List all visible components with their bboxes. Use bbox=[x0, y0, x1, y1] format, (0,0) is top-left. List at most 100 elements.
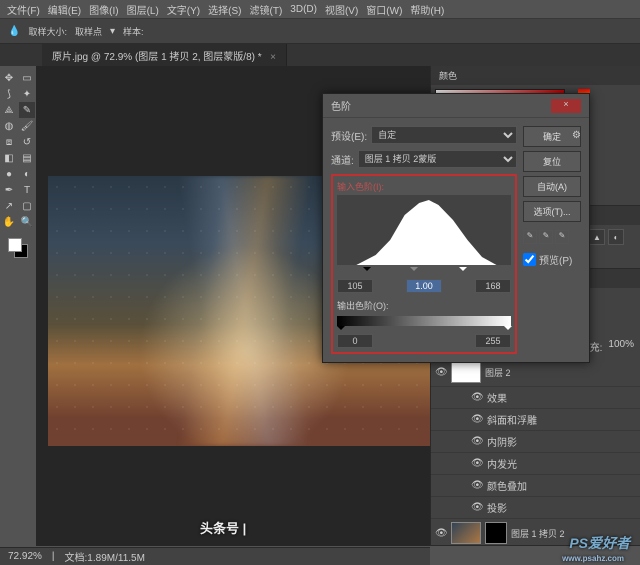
highlight-input[interactable] bbox=[475, 279, 511, 293]
layer-effect[interactable]: 👁斜面和浮雕 bbox=[431, 409, 640, 431]
gray-point-icon[interactable]: ✎ bbox=[539, 230, 553, 244]
mask-thumb[interactable] bbox=[485, 522, 507, 544]
channel-select[interactable]: 图层 1 拷贝 2蒙版 bbox=[358, 150, 517, 168]
input-levels-label: 输入色阶(I): bbox=[337, 180, 511, 193]
visibility-icon[interactable]: 👁 bbox=[471, 480, 483, 491]
layer-effect[interactable]: 👁投影 bbox=[431, 497, 640, 519]
menu-item[interactable]: 视图(V) bbox=[322, 0, 361, 19]
options-bar: 💧 取样大小: 取样点 ▾ 样本: bbox=[0, 18, 640, 44]
menu-item[interactable]: 帮助(H) bbox=[407, 0, 447, 19]
white-point-icon[interactable]: ✎ bbox=[555, 230, 569, 244]
visibility-icon[interactable]: 👁 bbox=[435, 367, 447, 378]
marquee-tool[interactable]: ▭ bbox=[19, 70, 35, 86]
watermark: 头条号 | bbox=[200, 518, 246, 537]
visibility-icon[interactable]: 👁 bbox=[471, 414, 483, 425]
dialog-titlebar[interactable]: 色阶 × bbox=[323, 94, 589, 118]
heal-tool[interactable]: ◍ bbox=[1, 118, 17, 134]
layer-list: 👁图层 2👁效果👁斜面和浮雕👁内阴影👁内发光👁颜色叠加👁投影👁图层 1 拷贝 2… bbox=[431, 358, 640, 546]
doc-size: 文档:1.89M/11.5M bbox=[65, 549, 145, 564]
gear-icon[interactable]: ⚙ bbox=[572, 130, 581, 141]
menu-item[interactable]: 选择(S) bbox=[205, 0, 244, 19]
history-brush-tool[interactable]: ↺ bbox=[19, 134, 35, 150]
highlight-slider[interactable] bbox=[459, 267, 467, 275]
color-swatches[interactable] bbox=[8, 238, 28, 258]
layer-effect[interactable]: 👁内阴影 bbox=[431, 431, 640, 453]
adj-icon[interactable]: ▲ bbox=[589, 229, 605, 245]
out-highlight-slider[interactable] bbox=[504, 326, 512, 334]
midtone-input[interactable] bbox=[406, 279, 442, 293]
preset-label: 预设(E): bbox=[331, 128, 367, 143]
document-tabs: 原片.jpg @ 72.9% (图层 1 拷贝 2, 图层蒙版/8) * × bbox=[0, 44, 640, 66]
menu-item[interactable]: 滤镜(T) bbox=[247, 0, 286, 19]
visibility-icon[interactable]: 👁 bbox=[471, 436, 483, 447]
toolbox: ✥▭ ⟆✦ ⟁✎ ◍🖌 ⧈↺ ◧▤ ●◐ ✒T ↗▢ ✋🔍 bbox=[0, 66, 36, 546]
eyedropper-icon: 💧 bbox=[8, 26, 20, 37]
menu-item[interactable]: 窗口(W) bbox=[363, 0, 405, 19]
status-bar: 72.92% | 文档:1.89M/11.5M bbox=[0, 547, 430, 565]
lasso-tool[interactable]: ⟆ bbox=[1, 86, 17, 102]
menu-item[interactable]: 图层(L) bbox=[124, 0, 162, 19]
menu-item[interactable]: 编辑(E) bbox=[45, 0, 84, 19]
zoom-level[interactable]: 72.92% bbox=[8, 551, 42, 562]
layer-name[interactable]: 图层 2 bbox=[485, 366, 636, 379]
midtone-slider[interactable] bbox=[410, 267, 418, 275]
layer-effect[interactable]: 👁内发光 bbox=[431, 453, 640, 475]
dropdown-icon[interactable]: ▾ bbox=[110, 26, 115, 37]
layer-thumb[interactable] bbox=[451, 361, 481, 383]
layer-effect[interactable]: 👁效果 bbox=[431, 387, 640, 409]
adj-icon[interactable]: ◐ bbox=[608, 229, 624, 245]
options-button[interactable]: 选项(T)... bbox=[523, 201, 581, 222]
menu-item[interactable]: 文字(Y) bbox=[164, 0, 203, 19]
gradient-tool[interactable]: ▤ bbox=[19, 150, 35, 166]
input-sliders[interactable] bbox=[337, 267, 511, 277]
shape-tool[interactable]: ▢ bbox=[19, 198, 35, 214]
stamp-tool[interactable]: ⧈ bbox=[1, 134, 17, 150]
sample-size-value[interactable]: 取样点 bbox=[75, 25, 102, 38]
out-shadow-slider[interactable] bbox=[337, 326, 345, 334]
close-tab-icon[interactable]: × bbox=[270, 52, 276, 63]
levels-highlight: 输入色阶(I): 输出色阶(O): bbox=[331, 174, 517, 354]
shadow-slider[interactable] bbox=[363, 267, 371, 275]
color-panel-tab[interactable]: 颜色 bbox=[431, 66, 640, 85]
close-icon[interactable]: × bbox=[551, 99, 581, 113]
menu-item[interactable]: 图像(I) bbox=[86, 0, 121, 19]
out-shadow-input[interactable] bbox=[337, 334, 373, 348]
effect-name: 颜色叠加 bbox=[487, 478, 527, 493]
eyedropper-tool[interactable]: ✎ bbox=[19, 102, 35, 118]
black-point-icon[interactable]: ✎ bbox=[523, 230, 537, 244]
crop-tool[interactable]: ⟁ bbox=[1, 102, 17, 118]
layer-effect[interactable]: 👁 颜色叠加 bbox=[431, 475, 640, 497]
path-tool[interactable]: ↗ bbox=[1, 198, 17, 214]
visibility-icon[interactable]: 👁 bbox=[471, 458, 483, 469]
document-tab[interactable]: 原片.jpg @ 72.9% (图层 1 拷贝 2, 图层蒙版/8) * × bbox=[42, 44, 287, 67]
shadow-input[interactable] bbox=[337, 279, 373, 293]
histogram[interactable] bbox=[337, 195, 511, 265]
move-tool[interactable]: ✥ bbox=[1, 70, 17, 86]
wand-tool[interactable]: ✦ bbox=[19, 86, 35, 102]
hand-tool[interactable]: ✋ bbox=[1, 214, 17, 230]
dodge-tool[interactable]: ◐ bbox=[19, 166, 35, 182]
type-tool[interactable]: T bbox=[19, 182, 35, 198]
menu-bar: 文件(F)编辑(E)图像(I)图层(L)文字(Y)选择(S)滤镜(T)3D(D)… bbox=[0, 0, 640, 18]
brush-tool[interactable]: 🖌 bbox=[19, 118, 35, 134]
fg-color[interactable] bbox=[8, 238, 22, 252]
output-gradient[interactable] bbox=[337, 316, 511, 326]
blur-tool[interactable]: ● bbox=[1, 166, 17, 182]
visibility-icon[interactable]: 👁 bbox=[435, 528, 447, 539]
watermark: www.psahz.com bbox=[562, 554, 624, 563]
visibility-icon[interactable]: 👁 bbox=[471, 502, 483, 513]
fill-value[interactable]: 100% bbox=[608, 339, 634, 354]
preview-checkbox[interactable]: 预览(P) bbox=[523, 252, 581, 267]
eraser-tool[interactable]: ◧ bbox=[1, 150, 17, 166]
auto-button[interactable]: 自动(A) bbox=[523, 176, 581, 197]
reset-button[interactable]: 复位 bbox=[523, 151, 581, 172]
pen-tool[interactable]: ✒ bbox=[1, 182, 17, 198]
zoom-tool[interactable]: 🔍 bbox=[19, 214, 35, 230]
sample-size-label: 取样大小: bbox=[28, 25, 67, 38]
menu-item[interactable]: 文件(F) bbox=[4, 0, 43, 19]
menu-item[interactable]: 3D(D) bbox=[287, 2, 320, 17]
layer-thumb[interactable] bbox=[451, 522, 481, 544]
out-highlight-input[interactable] bbox=[475, 334, 511, 348]
visibility-icon[interactable]: 👁 bbox=[471, 392, 483, 403]
preset-select[interactable]: 自定 bbox=[371, 126, 517, 144]
